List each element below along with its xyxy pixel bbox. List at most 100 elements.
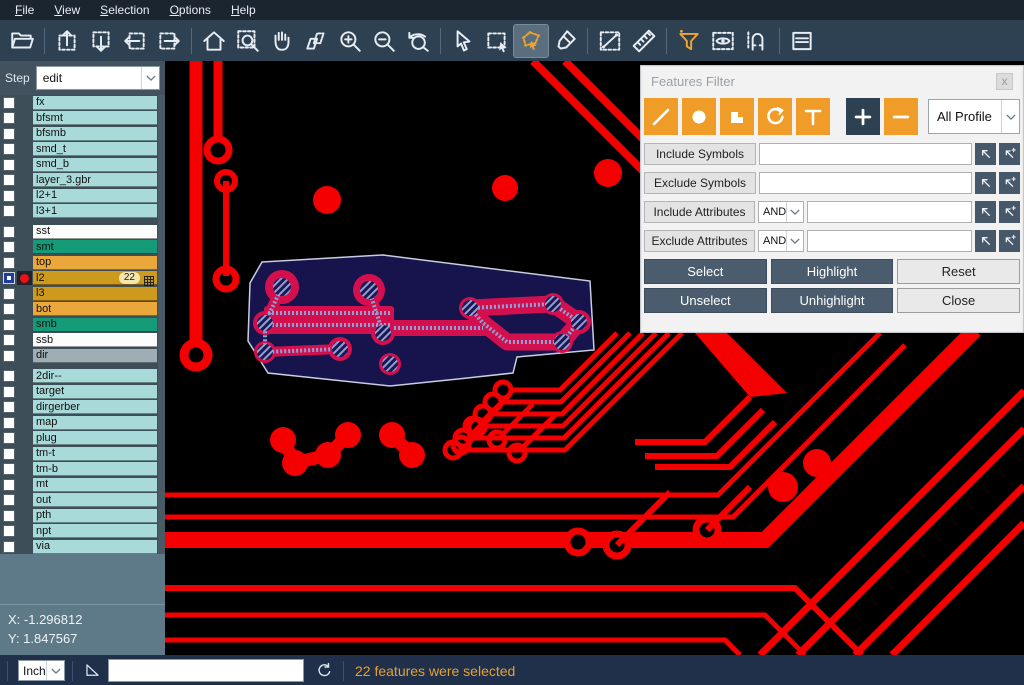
chevron-down-icon[interactable] — [786, 202, 803, 222]
clear-brush-icon[interactable] — [548, 25, 582, 57]
zoom-out-icon[interactable] — [367, 25, 401, 57]
layer-checkbox[interactable] — [3, 226, 15, 238]
zoom-window-icon[interactable] — [231, 25, 265, 57]
layer-name-band[interactable]: l3 — [33, 287, 157, 301]
layer-name-band[interactable]: mt — [33, 478, 157, 492]
layer-name-band[interactable]: bfsmb — [33, 127, 157, 141]
text-tool-icon[interactable] — [796, 98, 830, 135]
layer-name-band[interactable]: pth — [33, 509, 157, 523]
layer-checkbox[interactable] — [3, 303, 15, 315]
menu-file[interactable]: File — [6, 1, 43, 19]
operator-dropdown[interactable]: AND — [758, 201, 804, 223]
layer-checkbox[interactable] — [3, 241, 15, 253]
pick-from-canvas-icon[interactable] — [975, 230, 996, 252]
select-button[interactable]: Select — [644, 259, 767, 284]
layer-row-bot[interactable]: bot — [0, 302, 165, 318]
layer-checkbox[interactable] — [3, 143, 15, 155]
layer-row-map[interactable]: map — [0, 415, 165, 431]
layer-checkbox[interactable] — [3, 370, 15, 382]
step-dropdown[interactable]: edit — [36, 66, 160, 90]
layer-name-band[interactable]: map — [33, 416, 157, 430]
layer-name-band[interactable]: top — [33, 256, 157, 270]
pick-add-from-canvas-icon[interactable] — [999, 230, 1020, 252]
zoom-previous-icon[interactable] — [401, 25, 435, 57]
layer-checkbox[interactable] — [3, 541, 15, 553]
layer-checkbox[interactable] — [3, 525, 15, 537]
remove-mode-button[interactable] — [884, 98, 918, 135]
layer-row-layer_3.gbr[interactable]: layer_3.gbr — [0, 173, 165, 189]
layer-row-via[interactable]: via — [0, 539, 165, 555]
chevron-down-icon[interactable] — [46, 661, 64, 680]
layer-row-smt[interactable]: smt — [0, 240, 165, 256]
include-symbols-input[interactable] — [759, 143, 972, 165]
layer-row-plug[interactable]: plug — [0, 431, 165, 447]
layer-checkbox[interactable] — [3, 97, 15, 109]
profile-dropdown[interactable]: All Profile — [928, 99, 1020, 134]
highlight-button[interactable]: Highlight — [771, 259, 894, 284]
layer-name-band[interactable]: dir — [33, 349, 157, 363]
exclude-symbols-input[interactable] — [759, 172, 972, 194]
layer-name-band[interactable]: via — [33, 540, 157, 554]
corner-tool-icon[interactable] — [80, 659, 104, 683]
pick-add-from-canvas-icon[interactable] — [999, 143, 1020, 165]
layer-checkbox[interactable] — [3, 319, 15, 331]
layer-row-l2[interactable]: l222 — [0, 271, 165, 287]
layer-row-fx[interactable]: fx — [0, 95, 165, 111]
unit-dropdown[interactable]: Inch — [18, 660, 65, 681]
layer-name-band[interactable]: dirgerber — [33, 400, 157, 414]
exclude-attributes-input[interactable] — [807, 230, 972, 252]
layer-checkbox[interactable] — [3, 159, 15, 171]
layer-name-band[interactable]: layer_3.gbr — [33, 173, 157, 187]
layer-row-smd_t[interactable]: smd_t — [0, 142, 165, 158]
open-file-icon[interactable] — [5, 25, 39, 57]
layer-row-bfsmt[interactable]: bfsmt — [0, 111, 165, 127]
layer-name-band[interactable]: bot — [33, 302, 157, 316]
layer-row-pth[interactable]: pth — [0, 508, 165, 524]
measure-icon[interactable] — [593, 25, 627, 57]
layer-name-band[interactable]: smt — [33, 240, 157, 254]
layer-checkbox[interactable] — [3, 479, 15, 491]
operator-dropdown[interactable]: AND — [758, 230, 804, 252]
menu-help[interactable]: Help — [222, 1, 265, 19]
layer-name-band[interactable]: bfsmt — [33, 111, 157, 125]
line-tool-icon[interactable] — [644, 98, 678, 135]
layer-checkbox[interactable] — [3, 257, 15, 269]
layer-row-dir[interactable]: dir — [0, 348, 165, 364]
layer-checkbox[interactable] — [3, 205, 15, 217]
layer-list-scrollbar[interactable] — [158, 95, 165, 555]
view-box-icon[interactable] — [706, 25, 740, 57]
import-right-icon[interactable] — [152, 25, 186, 57]
snap-magnet-icon[interactable] — [740, 25, 774, 57]
layer-name-band[interactable]: smd_t — [33, 142, 157, 156]
layer-name-band[interactable]: target — [33, 385, 157, 399]
layer-name-band[interactable]: npt — [33, 524, 157, 538]
layer-row-top[interactable]: top — [0, 255, 165, 271]
layer-checkbox[interactable] — [3, 128, 15, 140]
layer-checkbox[interactable] — [3, 386, 15, 398]
layer-row-l2+1[interactable]: l2+1 — [0, 188, 165, 204]
home-view-icon[interactable] — [197, 25, 231, 57]
chevron-down-icon[interactable] — [141, 67, 159, 89]
import-up-icon[interactable] — [50, 25, 84, 57]
pick-from-canvas-icon[interactable] — [975, 143, 996, 165]
layer-row-smb[interactable]: smb — [0, 317, 165, 333]
pick-add-from-canvas-icon[interactable] — [999, 172, 1020, 194]
include-symbols-button[interactable]: Include Symbols — [644, 143, 756, 165]
dialog-titlebar[interactable]: Features Filter x — [641, 66, 1023, 96]
zoom-polygon-icon[interactable] — [299, 25, 333, 57]
layer-name-band[interactable]: fx — [33, 96, 157, 110]
layer-row-sst[interactable]: sst — [0, 224, 165, 240]
layer-name-band[interactable]: smb — [33, 318, 157, 332]
menu-view[interactable]: View — [45, 1, 89, 19]
chevron-down-icon[interactable] — [786, 231, 803, 251]
pad-tool-icon[interactable] — [682, 98, 716, 135]
unhighlight-button[interactable]: Unhighlight — [771, 288, 894, 313]
layer-name-band[interactable]: plug — [33, 431, 157, 445]
exclude-symbols-button[interactable]: Exclude Symbols — [644, 172, 756, 194]
pick-add-from-canvas-icon[interactable] — [999, 201, 1020, 223]
layer-checkbox[interactable] — [3, 463, 15, 475]
layer-checkbox[interactable] — [3, 417, 15, 429]
unselect-button[interactable]: Unselect — [644, 288, 767, 313]
layer-row-smd_b[interactable]: smd_b — [0, 157, 165, 173]
close-icon[interactable]: x — [996, 73, 1013, 90]
